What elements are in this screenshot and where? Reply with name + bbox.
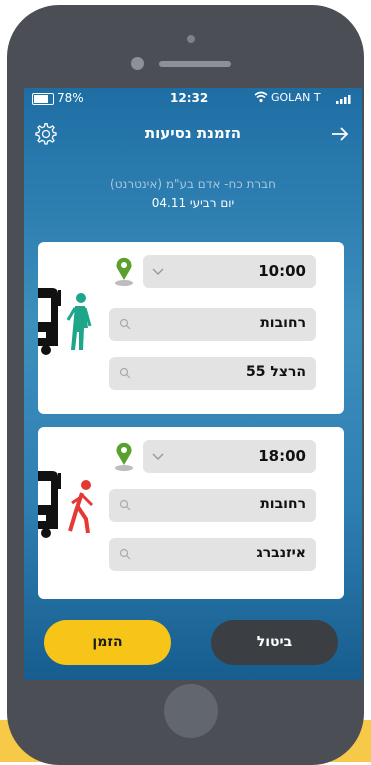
battery-percentage: 78%: [57, 91, 84, 105]
trip-date: יום רביעי 04.11: [151, 196, 235, 210]
pickup-time-value: 10:00: [258, 262, 306, 280]
title-bar: הזמנת נסיעות: [24, 122, 362, 152]
cancel-button[interactable]: ביטול: [211, 620, 338, 665]
status-bar: 78% 12:32 GOLAN T: [24, 88, 362, 110]
location-pin-icon[interactable]: [113, 441, 135, 471]
earpiece-speaker: [159, 61, 231, 67]
pickup-city-value: רחובות: [260, 315, 306, 331]
magnifier-icon: [119, 367, 131, 379]
status-time: 12:32: [170, 91, 209, 105]
carrier-name: GOLAN T: [271, 91, 321, 104]
app-screen: 78% 12:32 GOLAN T הזמנת נסיעות חברת כח- …: [24, 88, 362, 680]
dropoff-street-value: איזנברג: [256, 545, 307, 561]
chevron-down-icon: [152, 268, 164, 275]
pickup-card: 10:00 רחובות הרצל 55: [38, 242, 344, 414]
page-title: הזמנת נסיעות: [144, 124, 242, 142]
chevron-down-icon: [152, 453, 164, 460]
pickup-time-select[interactable]: 10:00: [143, 255, 316, 288]
pickup-street-value: הרצל 55: [245, 364, 306, 380]
dropoff-street-input[interactable]: איזנברג: [109, 538, 316, 571]
signal-icon: [336, 95, 351, 104]
battery-icon: [32, 93, 54, 105]
company-name: חברת כח- אדם בע"מ (אינטרנט): [110, 177, 276, 191]
bus-alighting-icon: [38, 471, 94, 538]
location-pin-icon[interactable]: [113, 256, 135, 286]
magnifier-icon: [119, 499, 131, 511]
pickup-city-input[interactable]: רחובות: [109, 308, 316, 341]
wifi-icon: [254, 91, 268, 103]
bus-boarding-icon: [38, 288, 92, 355]
pickup-street-input[interactable]: הרצל 55: [109, 357, 316, 390]
front-sensor: [187, 35, 195, 43]
arrow-right-icon[interactable]: [330, 124, 350, 144]
home-button[interactable]: [164, 684, 218, 738]
magnifier-icon: [119, 548, 131, 560]
order-button[interactable]: הזמן: [44, 620, 171, 665]
dropoff-card: 18:00 רחובות איזנברג: [38, 427, 344, 599]
dropoff-city-input[interactable]: רחובות: [109, 489, 316, 522]
magnifier-icon: [119, 318, 131, 330]
dropoff-time-value: 18:00: [258, 447, 306, 465]
dropoff-city-value: רחובות: [260, 496, 306, 512]
front-camera: [131, 57, 144, 70]
dropoff-time-select[interactable]: 18:00: [143, 440, 316, 473]
